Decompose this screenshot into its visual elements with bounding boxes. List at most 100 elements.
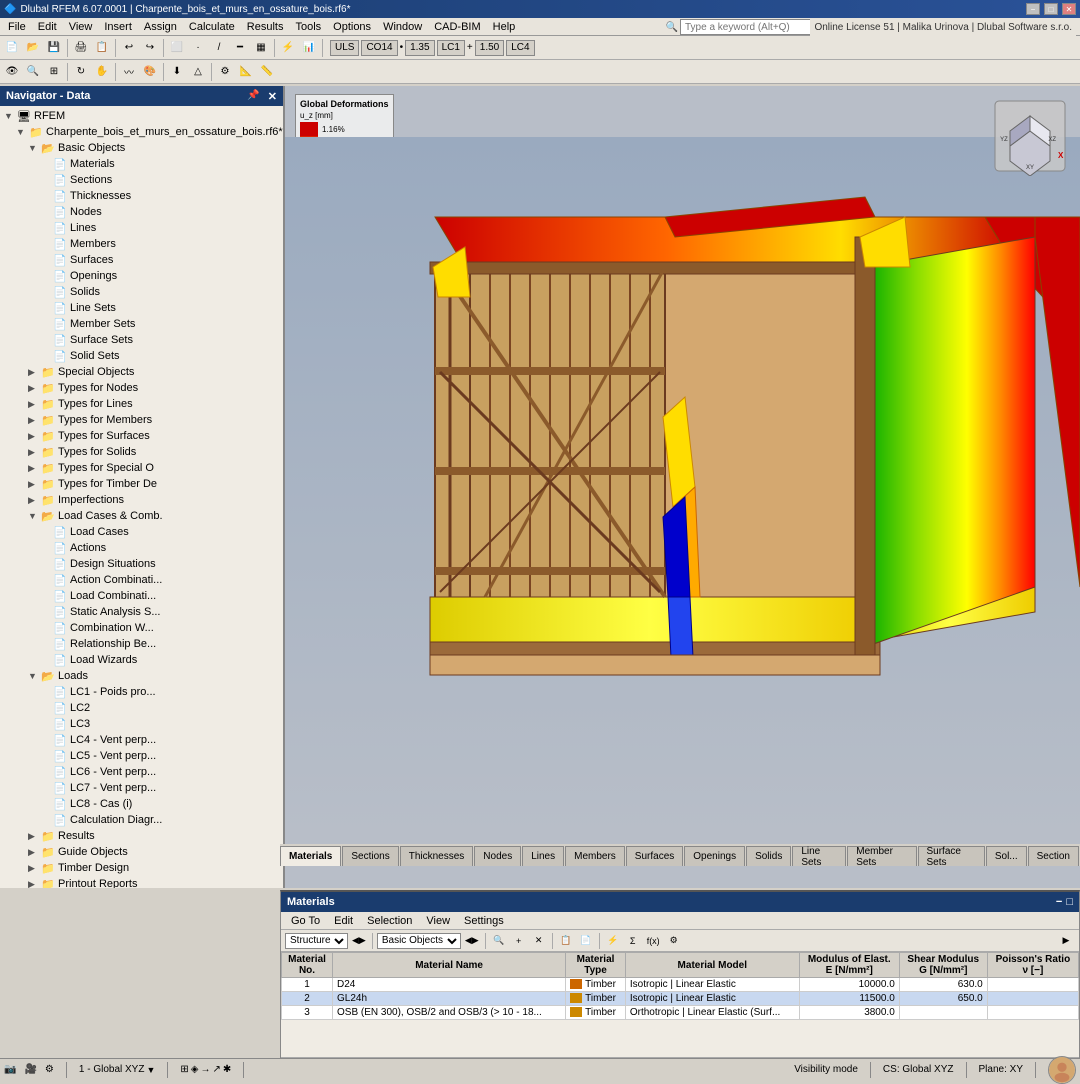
open-btn[interactable]: 📂 xyxy=(23,38,43,58)
tree-item-7[interactable]: 📄Surfaces xyxy=(0,252,283,268)
tree-item-17[interactable]: ▶📁Types for Members xyxy=(0,412,283,428)
table-row[interactable]: 3 OSB (EN 300), OSB/2 and OSB/3 (> 10 - … xyxy=(282,1006,1079,1020)
surface-btn[interactable]: ▦ xyxy=(251,38,271,58)
table-row[interactable]: 2 GL24h Timber Isotropic | Linear Elasti… xyxy=(282,992,1079,1006)
mat-right-scroll[interactable]: ▶ xyxy=(1057,932,1075,950)
viewport[interactable]: Global Deformations u_z [mm] 1.16%1.60%5… xyxy=(285,86,1080,888)
tree-item-29[interactable]: 📄Static Analysis S... xyxy=(0,604,283,620)
tree-item-40[interactable]: 📄LC7 - Vent perp... xyxy=(0,780,283,796)
status-video-btn[interactable]: 🎥 xyxy=(24,1064,36,1075)
tree-item-24[interactable]: 📄Load Cases xyxy=(0,524,283,540)
menu-item-results[interactable]: Results xyxy=(241,18,290,36)
tree-item-16[interactable]: ▶📁Types for Lines xyxy=(0,396,283,412)
btab-lines[interactable]: Lines xyxy=(522,846,564,866)
tree-item-35[interactable]: 📄LC2 xyxy=(0,700,283,716)
node-btn[interactable]: · xyxy=(188,38,208,58)
mat-menu-selection[interactable]: Selection xyxy=(361,915,418,927)
btab-solids[interactable]: Solids xyxy=(746,846,791,866)
mat-menu-settings[interactable]: Settings xyxy=(458,915,510,927)
menu-item-file[interactable]: File xyxy=(2,18,32,36)
select-btn[interactable]: ⬜ xyxy=(167,38,187,58)
tree-item-8[interactable]: 📄Openings xyxy=(0,268,283,284)
tree-item-11[interactable]: 📄Member Sets xyxy=(0,316,283,332)
mat-delete-btn[interactable]: ✕ xyxy=(530,932,548,950)
lc1-combo[interactable]: LC1 xyxy=(437,40,465,56)
tree-item-41[interactable]: 📄LC8 - Cas (i) xyxy=(0,796,283,812)
btab-nodes[interactable]: Nodes xyxy=(474,846,521,866)
mat-filter-btn[interactable]: 🔍 xyxy=(490,932,508,950)
btab-sections[interactable]: Sections xyxy=(342,846,398,866)
mat-menu-go-to[interactable]: Go To xyxy=(285,915,326,927)
tree-item-6[interactable]: 📄Members xyxy=(0,236,283,252)
tree-item-19[interactable]: ▶📁Types for Solids xyxy=(0,444,283,460)
menu-item-edit[interactable]: Edit xyxy=(32,18,63,36)
save-btn[interactable]: 💾 xyxy=(44,38,64,58)
btab-surfaces[interactable]: Surfaces xyxy=(626,846,683,866)
pan-btn[interactable]: ✋ xyxy=(92,62,112,82)
undo-btn[interactable]: ↩ xyxy=(119,38,139,58)
table-row[interactable]: 1 D24 Timber Isotropic | Linear Elastic … xyxy=(282,978,1079,992)
tree-item-46[interactable]: ▶📁Printout Reports xyxy=(0,876,283,888)
btab-member-sets[interactable]: Member Sets xyxy=(847,846,916,866)
extra3-btn[interactable]: 📏 xyxy=(257,62,277,82)
nav-pin-icon[interactable]: 📌 xyxy=(247,90,259,103)
tree-item-21[interactable]: ▶📁Types for Timber De xyxy=(0,476,283,492)
rotate-btn[interactable]: ↻ xyxy=(71,62,91,82)
factor1-combo[interactable]: 1.35 xyxy=(405,40,434,56)
nav-close-icon[interactable]: ✕ xyxy=(268,90,277,103)
line-btn[interactable]: / xyxy=(209,38,229,58)
tree-item-9[interactable]: 📄Solids xyxy=(0,284,283,300)
extra2-btn[interactable]: 📐 xyxy=(236,62,256,82)
lc4-combo[interactable]: LC4 xyxy=(506,40,534,56)
uls-combo[interactable]: ULS xyxy=(330,40,359,56)
menu-item-view[interactable]: View xyxy=(63,18,99,36)
printout-btn[interactable]: 📋 xyxy=(92,38,112,58)
tree-item-10[interactable]: 📄Line Sets xyxy=(0,300,283,316)
mat-copy-btn[interactable]: 📋 xyxy=(557,932,575,950)
tree-item-33[interactable]: ▼📂Loads xyxy=(0,668,283,684)
tree-item-3[interactable]: 📄Thicknesses xyxy=(0,188,283,204)
tree-item-22[interactable]: ▶📁Imperfections xyxy=(0,492,283,508)
minimize-button[interactable]: − xyxy=(1026,3,1040,15)
tree-item-2[interactable]: 📄Sections xyxy=(0,172,283,188)
tree-item-5[interactable]: 📄Lines xyxy=(0,220,283,236)
co14-combo[interactable]: CO14 xyxy=(361,40,397,56)
tree-item-23[interactable]: ▼📂Load Cases & Comb. xyxy=(0,508,283,524)
btab-thicknesses[interactable]: Thicknesses xyxy=(400,846,474,866)
view-btn[interactable]: 👁 xyxy=(2,62,22,82)
tree-item-4[interactable]: 📄Nodes xyxy=(0,204,283,220)
btab-materials[interactable]: Materials xyxy=(280,846,341,866)
mat-maximize-btn[interactable]: □ xyxy=(1066,896,1073,908)
tree-item-39[interactable]: 📄LC6 - Vent perp... xyxy=(0,764,283,780)
support-btn[interactable]: △ xyxy=(188,62,208,82)
status-camera-btn[interactable]: 📷 xyxy=(4,1064,16,1075)
tree-item-28[interactable]: 📄Load Combinati... xyxy=(0,588,283,604)
redo-btn[interactable]: ↪ xyxy=(140,38,160,58)
load-btn[interactable]: ⬇ xyxy=(167,62,187,82)
cube-navigator[interactable]: XY YZ XZ X xyxy=(990,96,1070,176)
fit-btn[interactable]: ⊞ xyxy=(44,62,64,82)
tree-item-27[interactable]: 📄Action Combinati... xyxy=(0,572,283,588)
tree-item-38[interactable]: 📄LC5 - Vent perp... xyxy=(0,748,283,764)
tree-item-20[interactable]: ▶📁Types for Special O xyxy=(0,460,283,476)
calc-btn[interactable]: ⚡ xyxy=(278,38,298,58)
zoom-btn[interactable]: 🔍 xyxy=(23,62,43,82)
menu-item-options[interactable]: Options xyxy=(327,18,377,36)
tree-item-32[interactable]: 📄Load Wizards xyxy=(0,652,283,668)
menu-item-help[interactable]: Help xyxy=(487,18,522,36)
tree-item-36[interactable]: 📄LC3 xyxy=(0,716,283,732)
results-btn[interactable]: 📊 xyxy=(299,38,319,58)
tree-item-37[interactable]: 📄LC4 - Vent perp... xyxy=(0,732,283,748)
btab-section[interactable]: Section xyxy=(1028,846,1079,866)
tree-item-18[interactable]: ▶📁Types for Surfaces xyxy=(0,428,283,444)
color-btn[interactable]: 🎨 xyxy=(140,62,160,82)
tree-item-44[interactable]: ▶📁Guide Objects xyxy=(0,844,283,860)
mat-table-wrapper[interactable]: MaterialNo. Material Name MaterialType M… xyxy=(281,952,1079,1057)
btab-sol...[interactable]: Sol... xyxy=(986,846,1027,866)
btab-members[interactable]: Members xyxy=(565,846,625,866)
menu-item-calculate[interactable]: Calculate xyxy=(183,18,241,36)
mat-paste-btn[interactable]: 📄 xyxy=(577,932,595,950)
menu-item-cad-bim[interactable]: CAD-BIM xyxy=(428,18,486,36)
tree-item-rfem[interactable]: ▼🖥RFEM xyxy=(0,108,283,124)
print-btn[interactable]: 🖨 xyxy=(71,38,91,58)
